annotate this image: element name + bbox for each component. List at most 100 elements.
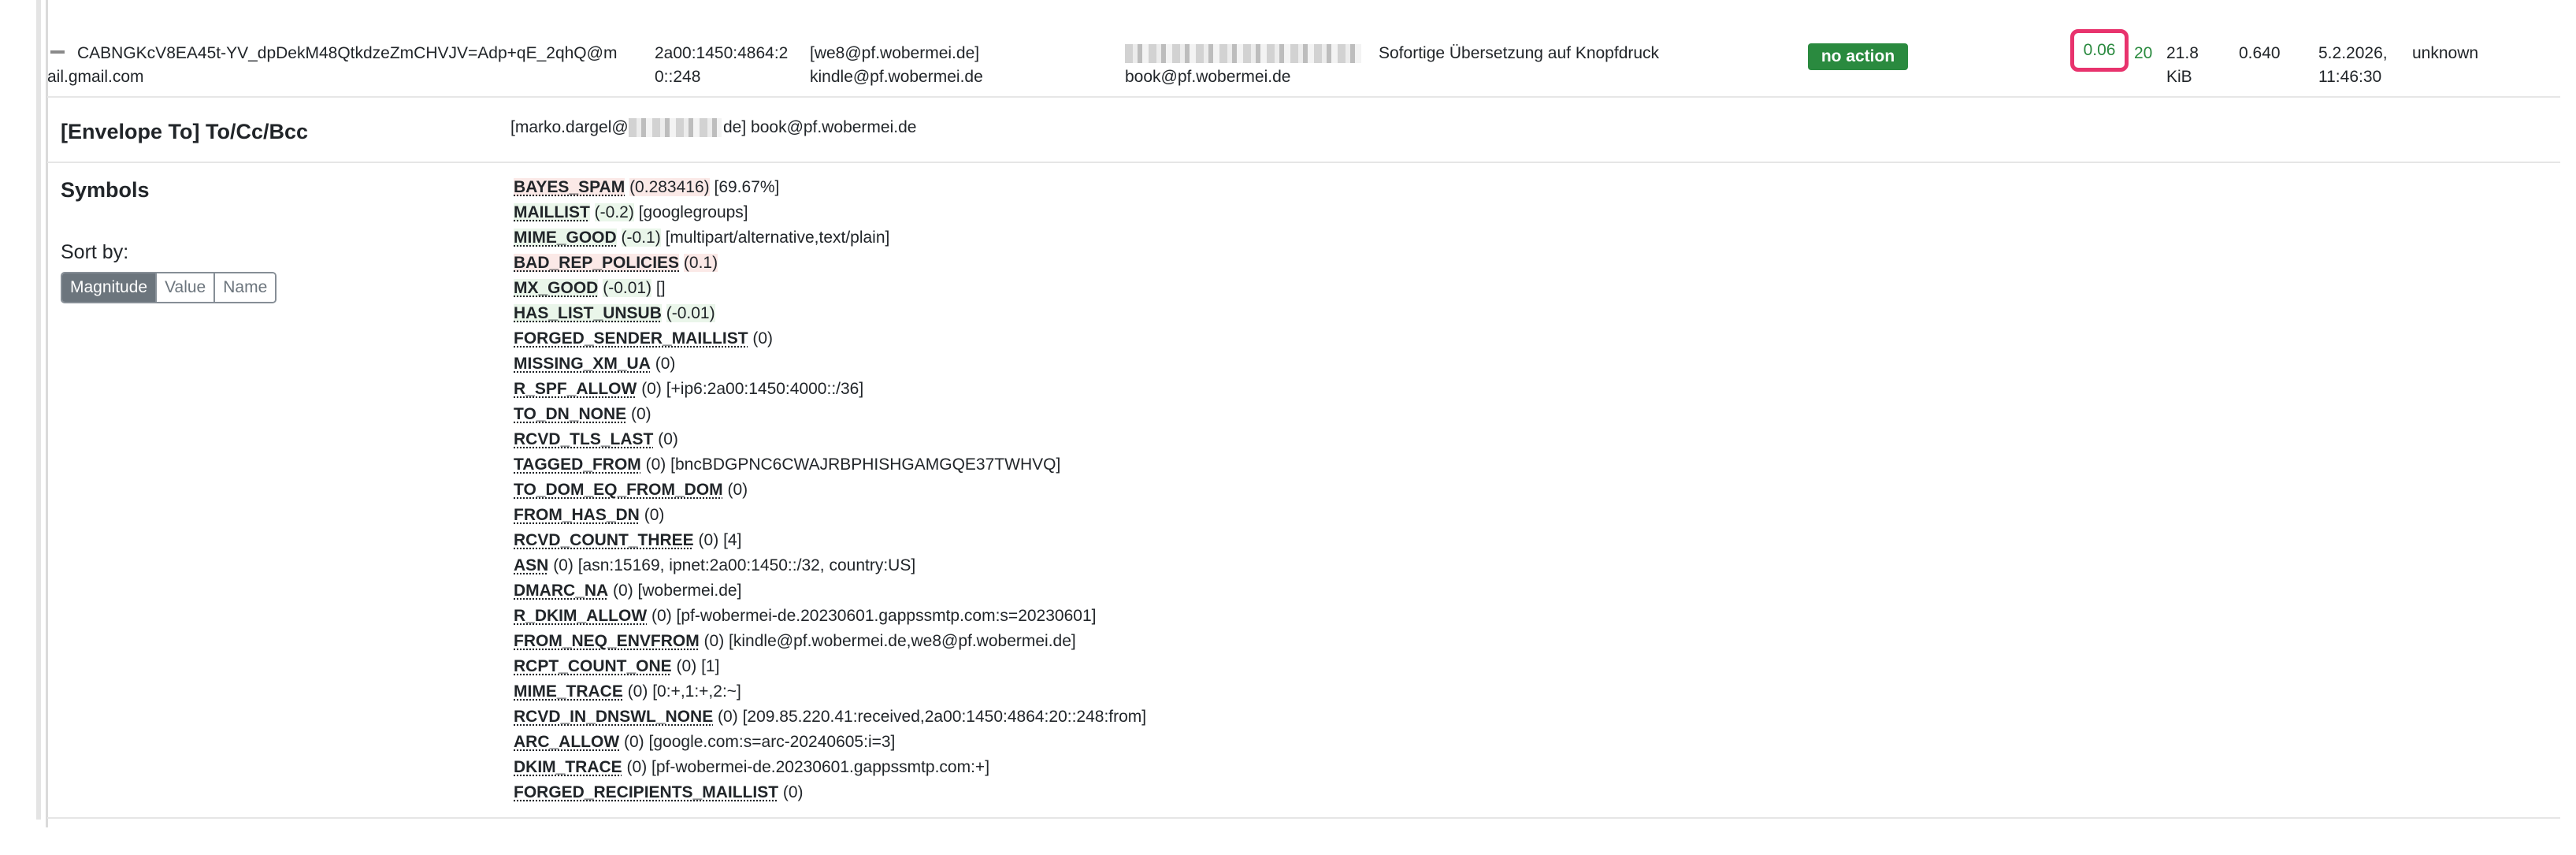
score-value: 0.06 <box>2070 29 2129 72</box>
symbol-row: DKIM_TRACE (0) [pf-wobermei-de.20230601.… <box>514 755 1146 780</box>
symbols-list: BAYES_SPAM (0.283416) [69.67%] MAILLIST (… <box>514 175 1146 805</box>
symbol-options: [multipart/alternative,text/plain] <box>665 229 890 247</box>
symbol-name[interactable]: MIME_GOOD <box>514 229 617 247</box>
symbol-row: TAGGED_FROM (0) [bncBDGPNC6CWAJRBPHISHGA… <box>514 452 1146 478</box>
symbol-row: FROM_NEQ_ENVFROM (0) [kindle@pf.wobermei… <box>514 629 1146 654</box>
size-line1: 21.8 <box>2166 44 2199 62</box>
symbol-name[interactable]: FROM_NEQ_ENVFROM <box>514 632 700 650</box>
date-line1: 5.2.2026, <box>2318 44 2388 62</box>
symbol-name[interactable]: TO_DN_NONE <box>514 405 626 423</box>
symbol-options: [] <box>655 279 666 297</box>
symbol-score: (0) <box>703 632 725 650</box>
symbol-score: (0) <box>698 531 719 549</box>
symbol-score: (-0.1) <box>621 229 661 247</box>
envelope-rcpt-line1: [we8@pf.wobermei.de] <box>810 44 980 62</box>
symbol-name[interactable]: R_DKIM_ALLOW <box>514 607 647 625</box>
symbol-score: (0) <box>658 430 678 448</box>
action-badge: no action <box>1808 43 1908 70</box>
symbol-row: FORGED_RECIPIENTS_MAILLIST (0) <box>514 780 1146 805</box>
symbol-name[interactable]: MISSING_XM_UA <box>514 355 651 373</box>
symbol-name[interactable]: ARC_ALLOW <box>514 733 619 751</box>
symbol-options: [bncBDGPNC6CWAJRBPHISHGAMGQE37TWHVQ] <box>670 455 1061 474</box>
symbol-score: (0.283416) <box>629 178 710 196</box>
symbols-title: Symbols <box>61 178 150 202</box>
symbol-name[interactable]: MAILLIST <box>514 203 590 221</box>
symbol-options: [googlegroups] <box>638 203 748 221</box>
symbol-name[interactable]: FROM_HAS_DN <box>514 506 640 524</box>
symbol-score: (0) <box>624 733 644 751</box>
symbol-row: MIME_GOOD (-0.1) [multipart/alternative,… <box>514 225 1146 251</box>
symbol-name[interactable]: RCVD_COUNT_THREE <box>514 531 694 549</box>
symbol-row: MIME_TRACE (0) [0:+,1:+,2:~] <box>514 679 1146 704</box>
symbol-score: (0) <box>613 582 633 600</box>
divider <box>47 96 2560 98</box>
envelope-rcpt-line2: kindle@pf.wobermei.de <box>810 68 983 86</box>
envelope-to-suffix: de] book@pf.wobermei.de <box>723 118 917 136</box>
sort-magnitude-button[interactable]: Magnitude <box>62 273 156 302</box>
symbol-row: FORGED_SENDER_MAILLIST (0) <box>514 326 1146 351</box>
sort-value-button[interactable]: Value <box>155 273 214 302</box>
symbol-score: (0) <box>645 455 666 474</box>
symbol-score: (0) <box>752 329 774 348</box>
symbol-name[interactable]: TO_DOM_EQ_FROM_DOM <box>514 481 723 499</box>
collapse-row-icon[interactable] <box>50 50 65 54</box>
symbol-row: FROM_HAS_DN (0) <box>514 503 1146 528</box>
symbol-row: R_DKIM_ALLOW (0) [pf-wobermei-de.2023060… <box>514 604 1146 629</box>
envelope-to-prefix: [marko.dargel@ <box>510 118 629 136</box>
symbol-name[interactable]: R_SPF_ALLOW <box>514 380 637 398</box>
row-left-border-inner <box>46 0 48 827</box>
symbol-row: MX_GOOD (-0.01) [] <box>514 276 1146 301</box>
symbol-name[interactable]: FORGED_SENDER_MAILLIST <box>514 329 748 348</box>
symbol-row: RCPT_COUNT_ONE (0) [1] <box>514 654 1146 679</box>
symbol-score: (0) <box>627 682 648 701</box>
symbol-row: TO_DN_NONE (0) <box>514 402 1146 427</box>
symbol-name[interactable]: RCVD_TLS_LAST <box>514 430 653 448</box>
sort-name-button[interactable]: Name <box>213 273 276 302</box>
symbol-name[interactable]: ASN <box>514 556 548 574</box>
symbol-name[interactable]: RCPT_COUNT_ONE <box>514 657 672 675</box>
from-line2: book@pf.wobermei.de <box>1125 68 1291 86</box>
symbol-options: [pf-wobermei-de.20230601.gappssmtp.com:+… <box>651 758 990 776</box>
symbol-row: MAILLIST (-0.2) [googlegroups] <box>514 200 1146 225</box>
ip-address-line1: 2a00:1450:4864:2 <box>655 44 789 62</box>
symbol-score: (0) <box>676 657 697 675</box>
symbol-score: (0) <box>553 556 573 574</box>
symbol-name[interactable]: MX_GOOD <box>514 279 599 297</box>
symbol-options: [209.85.220.41:received,2a00:1450:4864:2… <box>742 708 1147 726</box>
symbol-row: DMARC_NA (0) [wobermei.de] <box>514 578 1146 604</box>
symbol-options: [1] <box>701 657 720 675</box>
symbol-options: [wobermei.de] <box>637 582 742 600</box>
size-line2: KiB <box>2166 68 2192 86</box>
symbol-score: (0.1) <box>683 254 718 272</box>
symbol-score: (0) <box>644 506 665 524</box>
symbol-score: (0) <box>641 380 662 398</box>
redacted-sender <box>1125 44 1361 63</box>
symbol-score: (0) <box>655 355 676 373</box>
symbol-name[interactable]: TAGGED_FROM <box>514 455 641 474</box>
symbol-score: (-0.01) <box>603 279 652 297</box>
symbol-row: ARC_ALLOW (0) [google.com:s=arc-20240605… <box>514 730 1146 755</box>
symbol-name[interactable]: MIME_TRACE <box>514 682 623 701</box>
symbol-options: [+ip6:2a00:1450:4000::/36] <box>666 380 864 398</box>
ip-address-line2: 0::248 <box>655 68 701 86</box>
symbol-options: [4] <box>723 531 742 549</box>
redacted-recipient <box>629 118 722 137</box>
divider <box>47 817 2560 819</box>
symbol-name[interactable]: FORGED_RECIPIENTS_MAILLIST <box>514 783 778 801</box>
scan-time: 0.640 <box>2239 44 2281 62</box>
row-left-border <box>36 0 41 820</box>
symbol-score: (0) <box>626 758 648 776</box>
message-id-line2: ail.gmail.com <box>47 68 144 86</box>
symbol-name[interactable]: DMARC_NA <box>514 582 608 600</box>
symbol-name[interactable]: BAD_REP_POLICIES <box>514 254 680 272</box>
date-line2: 11:46:30 <box>2318 68 2382 86</box>
symbol-score: (-0.2) <box>594 203 634 221</box>
symbol-name[interactable]: HAS_LIST_UNSUB <box>514 304 662 322</box>
symbol-name[interactable]: DKIM_TRACE <box>514 758 622 776</box>
symbol-score: (0) <box>727 481 748 499</box>
symbol-row: RCVD_IN_DNSWL_NONE (0) [209.85.220.41:re… <box>514 704 1146 730</box>
symbol-score: (0) <box>631 405 651 423</box>
symbol-name[interactable]: BAYES_SPAM <box>514 178 625 196</box>
symbol-options: [69.67%] <box>714 178 780 196</box>
symbol-name[interactable]: RCVD_IN_DNSWL_NONE <box>514 708 713 726</box>
